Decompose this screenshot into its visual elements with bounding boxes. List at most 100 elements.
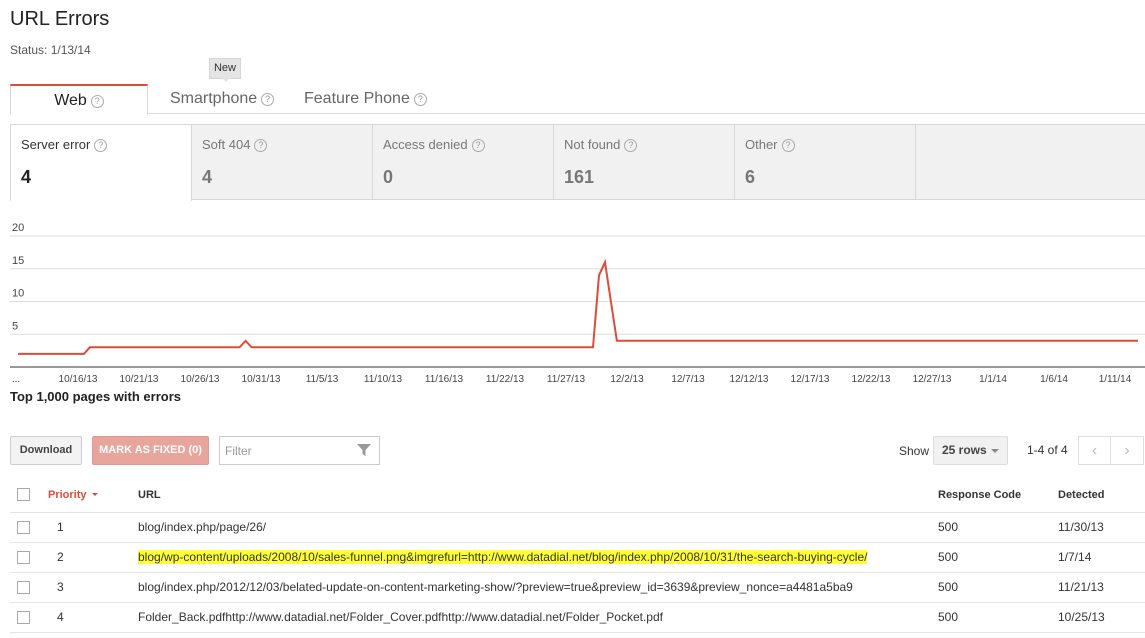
mark-as-fixed-button[interactable]: MARK AS FIXED (0) — [92, 436, 209, 465]
help-icon[interactable]: ? — [624, 139, 638, 152]
select-all-cell — [10, 478, 48, 513]
error-type-access-denied[interactable]: Access denied? 0 — [373, 125, 554, 200]
row-checkbox[interactable] — [17, 551, 30, 565]
sort-down-icon — [91, 492, 98, 499]
previous-page-button[interactable]: ‹ — [1078, 436, 1111, 465]
url-cell[interactable]: Folder_Back.pdfhttp://www.datadial.net/F… — [138, 602, 938, 633]
error-type-selector: Server error? 4 Soft 404? 4 Access denie… — [10, 124, 1145, 201]
error-type-count: 161 — [564, 167, 595, 187]
url-cell[interactable]: blog/wp-content/uploads/2008/10/sales-fu… — [138, 542, 938, 573]
url-cell[interactable]: blog/index.php/2012/12/03/belated-update… — [138, 572, 938, 603]
detected-cell: 10/25/13 — [1058, 602, 1145, 633]
highlighted-url: blog/wp-content/uploads/2008/10/sales-fu… — [138, 550, 868, 564]
error-type-count: 4 — [202, 167, 213, 187]
row-select-cell — [10, 542, 48, 573]
column-header-detected[interactable]: Detected — [1058, 478, 1145, 513]
tab-label: Smartphone — [170, 90, 258, 107]
error-trend-chart: 5 10 15 20... 10/16/13 10/21/13 10/26/13 10/31/… — [10, 222, 1145, 385]
error-type-server-error[interactable]: Server error? 4 — [10, 125, 192, 201]
detected-cell: 11/21/13 — [1058, 572, 1145, 603]
show-label: Show — [899, 444, 930, 458]
y-tick-label: 10 — [12, 288, 24, 300]
help-icon[interactable]: ? — [413, 93, 427, 106]
column-header-response-code[interactable]: Response Code — [938, 478, 1058, 513]
chevron-down-icon — [991, 449, 999, 457]
help-icon[interactable]: ? — [94, 139, 108, 152]
table-row[interactable]: 3 blog/index.php/2012/12/03/belated-upda… — [10, 572, 1145, 603]
error-type-count: 4 — [21, 167, 32, 187]
priority-cell: 1 — [48, 512, 138, 543]
detected-cell: 1/7/14 — [1058, 542, 1145, 573]
x-tick-label: 11/5/13 — [306, 374, 339, 385]
filter-field — [219, 436, 380, 465]
pagination-range: 1-4 of 4 — [1027, 443, 1068, 457]
page-title: URL Errors — [10, 8, 110, 30]
filter-icon[interactable] — [357, 444, 371, 456]
errors-table: Priority URL Response Code Detected 1 bl… — [10, 478, 1145, 633]
download-button[interactable]: Download — [10, 436, 82, 465]
error-type-label: Server error — [21, 137, 91, 152]
table-header-row: Priority URL Response Code Detected — [10, 478, 1145, 513]
x-tick-label: ... — [12, 374, 20, 385]
tab-feature-phone[interactable]: Feature Phone? — [304, 84, 427, 114]
tab-label: Feature Phone — [304, 90, 410, 107]
x-tick-label: 12/2/13 — [610, 374, 644, 385]
x-tick-label: 11/16/13 — [425, 374, 464, 385]
status-text: Status: 1/13/14 — [10, 43, 91, 57]
x-tick-label: 1/11/14 — [1099, 374, 1132, 385]
tab-smartphone[interactable]: Smartphone? — [170, 84, 275, 114]
y-tick-label: 15 — [12, 255, 24, 267]
priority-cell: 2 — [48, 542, 138, 573]
error-type-soft-404[interactable]: Soft 404? 4 — [192, 125, 373, 200]
chevron-right-icon: › — [1124, 442, 1130, 459]
help-icon[interactable]: ? — [90, 95, 104, 108]
help-icon[interactable]: ? — [471, 139, 485, 152]
rows-per-page-select[interactable]: 25 rows — [933, 436, 1008, 465]
row-checkbox[interactable] — [17, 611, 30, 625]
x-tick-label: 10/31/13 — [242, 374, 281, 385]
x-tick-label: 12/17/13 — [791, 374, 830, 385]
x-tick-label: 10/16/13 — [59, 374, 98, 385]
x-tick-label: 11/22/13 — [486, 374, 525, 385]
table-row[interactable]: 1 blog/index.php/page/26/ 500 11/30/13 — [10, 512, 1145, 543]
help-icon[interactable]: ? — [261, 93, 275, 106]
table-section-title: Top 1,000 pages with errors — [10, 389, 181, 404]
priority-cell: 3 — [48, 572, 138, 603]
table-row[interactable]: 2 blog/wp-content/uploads/2008/10/sales-… — [10, 542, 1145, 573]
column-header-url[interactable]: URL — [138, 478, 938, 513]
error-type-count: 6 — [745, 167, 756, 187]
row-checkbox[interactable] — [17, 581, 30, 595]
row-select-cell — [10, 602, 48, 633]
priority-cell: 4 — [48, 602, 138, 633]
y-tick-label: 20 — [12, 222, 24, 234]
chevron-left-icon: ‹ — [1091, 442, 1098, 459]
rows-per-page-value: 25 rows — [942, 443, 987, 457]
row-checkbox[interactable] — [17, 521, 30, 535]
x-tick-label: 11/10/13 — [364, 374, 403, 385]
table-row[interactable]: 4 Folder_Back.pdfhttp://www.datadial.net… — [10, 602, 1145, 633]
help-icon[interactable]: ? — [254, 139, 268, 152]
error-type-label: Other — [745, 137, 778, 152]
column-header-label: Priority — [48, 488, 87, 501]
url-cell[interactable]: blog/index.php/page/26/ — [138, 512, 938, 543]
error-type-label: Soft 404 — [202, 137, 251, 152]
x-tick-label: 11/27/13 — [547, 374, 586, 385]
help-icon[interactable]: ? — [781, 139, 795, 152]
row-select-cell — [10, 512, 48, 543]
response-code-cell: 500 — [938, 602, 1058, 633]
tab-web[interactable]: Web? — [10, 84, 148, 115]
y-tick-label: 5 — [12, 320, 18, 332]
column-header-priority[interactable]: Priority — [48, 478, 138, 513]
row-select-cell — [10, 572, 48, 603]
filter-input[interactable] — [220, 437, 350, 464]
detected-cell: 11/30/13 — [1058, 512, 1145, 543]
select-all-checkbox[interactable] — [17, 488, 30, 502]
error-type-other[interactable]: Other? 6 — [735, 125, 916, 200]
next-page-button[interactable]: › — [1111, 436, 1144, 465]
error-type-not-found[interactable]: Not found? 161 — [554, 125, 735, 200]
x-tick-label: 10/21/13 — [120, 374, 159, 385]
response-code-cell: 500 — [938, 512, 1058, 543]
x-tick-label: 10/26/13 — [181, 374, 220, 385]
series-line — [18, 258, 1138, 355]
tab-label: Web — [54, 92, 87, 109]
